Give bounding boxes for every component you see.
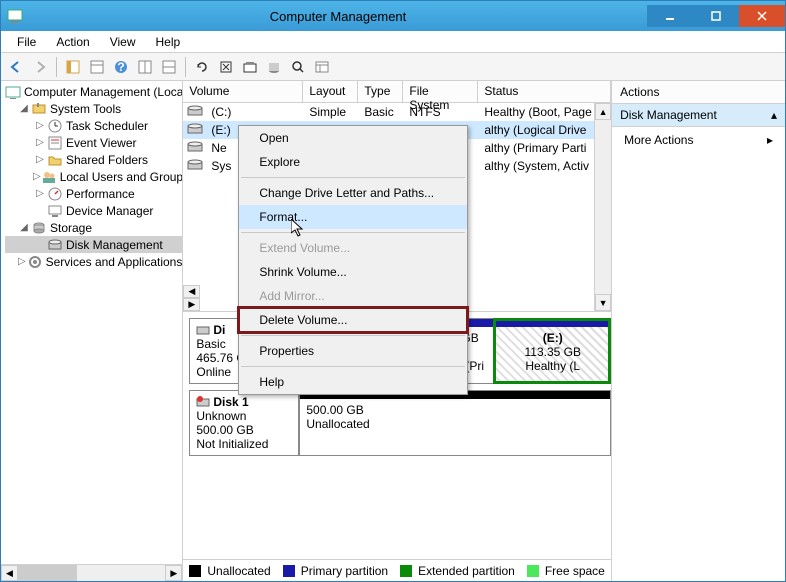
col-fs[interactable]: File System — [403, 81, 478, 102]
tree-system-tools[interactable]: ◢ System Tools — [5, 100, 182, 117]
title-bar: Computer Management — [1, 1, 785, 31]
forward-button[interactable] — [29, 56, 51, 78]
view-button-1[interactable] — [86, 56, 108, 78]
collapse-icon: ▴ — [771, 108, 777, 122]
col-layout[interactable]: Layout — [303, 81, 358, 102]
drive-icon — [187, 122, 203, 138]
vlist-vscroll[interactable]: ▲▼ — [594, 103, 611, 311]
legend-free-swatch — [527, 565, 539, 577]
minimize-button[interactable] — [647, 5, 693, 27]
disk0-part-e[interactable]: (E:) 113.35 GB Healthy (L — [494, 319, 610, 383]
center-pane: Volume Layout Type File System Status (C… — [183, 81, 612, 581]
tree-root[interactable]: Computer Management (Local — [5, 83, 182, 100]
ctx-help[interactable]: Help — [239, 370, 467, 394]
tree-services[interactable]: ▷Services and Applications — [5, 253, 182, 270]
tree-device-manager[interactable]: Device Manager — [5, 202, 182, 219]
tree-task-scheduler[interactable]: ▷Task Scheduler — [5, 117, 182, 134]
legend-extended-swatch — [400, 565, 412, 577]
context-menu: Open Explore Change Drive Letter and Pat… — [238, 125, 468, 395]
show-hide-tree-button[interactable] — [62, 56, 84, 78]
volume-list-header: Volume Layout Type File System Status — [183, 81, 611, 103]
tree-event-viewer[interactable]: ▷Event Viewer — [5, 134, 182, 151]
menu-help[interactable]: Help — [146, 33, 191, 51]
tree-performance[interactable]: ▷Performance — [5, 185, 182, 202]
ctx-shrink[interactable]: Shrink Volume... — [239, 260, 467, 284]
action-button-2[interactable] — [239, 56, 261, 78]
action-button-3[interactable] — [263, 56, 285, 78]
actions-more[interactable]: More Actions ▸ — [612, 127, 785, 153]
actions-header: Actions — [612, 81, 785, 104]
menu-view[interactable]: View — [100, 33, 146, 51]
legend: Unallocated Primary partition Extended p… — [183, 559, 611, 581]
col-volume[interactable]: Volume — [183, 81, 303, 102]
disk-icon — [196, 323, 210, 337]
menu-bar: File Action View Help — [1, 31, 785, 53]
tree-shared-folders[interactable]: ▷Shared Folders — [5, 151, 182, 168]
ctx-mirror: Add Mirror... — [239, 284, 467, 308]
drive-icon — [187, 104, 203, 120]
view-button-3[interactable] — [158, 56, 180, 78]
tree-local-users[interactable]: ▷Local Users and Groups — [5, 168, 182, 185]
tree-hscroll[interactable]: ◀▶ — [1, 564, 182, 581]
maximize-button[interactable] — [693, 5, 739, 27]
ctx-explore[interactable]: Explore — [239, 150, 467, 174]
legend-unallocated-swatch — [189, 565, 201, 577]
ctx-change-letter[interactable]: Change Drive Letter and Paths... — [239, 181, 467, 205]
tree-disk-management[interactable]: Disk Management — [5, 236, 182, 253]
col-status[interactable]: Status — [478, 81, 611, 102]
drive-icon — [187, 158, 203, 174]
back-button[interactable] — [5, 56, 27, 78]
menu-action[interactable]: Action — [46, 33, 99, 51]
close-button[interactable] — [739, 5, 785, 27]
view-button-2[interactable] — [134, 56, 156, 78]
ctx-properties[interactable]: Properties — [239, 339, 467, 363]
ctx-extend: Extend Volume... — [239, 236, 467, 260]
refresh-button[interactable] — [191, 56, 213, 78]
help-button[interactable]: ? — [110, 56, 132, 78]
action-button-5[interactable] — [311, 56, 333, 78]
disk-1-label[interactable]: Disk 1 Unknown 500.00 GB Not Initialized — [189, 390, 299, 456]
action-button-4[interactable] — [287, 56, 309, 78]
legend-primary-swatch — [283, 565, 295, 577]
disk1-part0[interactable]: 500.00 GB Unallocated — [299, 391, 610, 455]
ctx-open[interactable]: Open — [239, 126, 467, 150]
actions-selected[interactable]: Disk Management ▴ — [612, 104, 785, 127]
actions-pane: Actions Disk Management ▴ More Actions ▸ — [612, 81, 785, 581]
drive-icon — [187, 140, 203, 156]
ctx-delete[interactable]: Delete Volume... — [239, 308, 467, 332]
app-icon — [7, 8, 23, 24]
tree-storage[interactable]: ◢Storage — [5, 219, 182, 236]
volume-row-c[interactable]: (C:) Simple Basic NTFS Healthy (Boot, Pa… — [183, 103, 611, 121]
toolbar: ? — [1, 53, 785, 81]
ctx-format[interactable]: Format... — [239, 205, 467, 229]
chevron-right-icon: ▸ — [767, 133, 773, 147]
action-button-1[interactable] — [215, 56, 237, 78]
menu-file[interactable]: File — [7, 33, 46, 51]
tree-pane: Computer Management (Local ◢ System Tool… — [1, 81, 183, 581]
disk-icon — [196, 395, 210, 409]
col-type[interactable]: Type — [358, 81, 403, 102]
svg-text:?: ? — [117, 60, 124, 74]
disk-1: Disk 1 Unknown 500.00 GB Not Initialized… — [189, 390, 611, 456]
window-title: Computer Management — [29, 9, 647, 24]
